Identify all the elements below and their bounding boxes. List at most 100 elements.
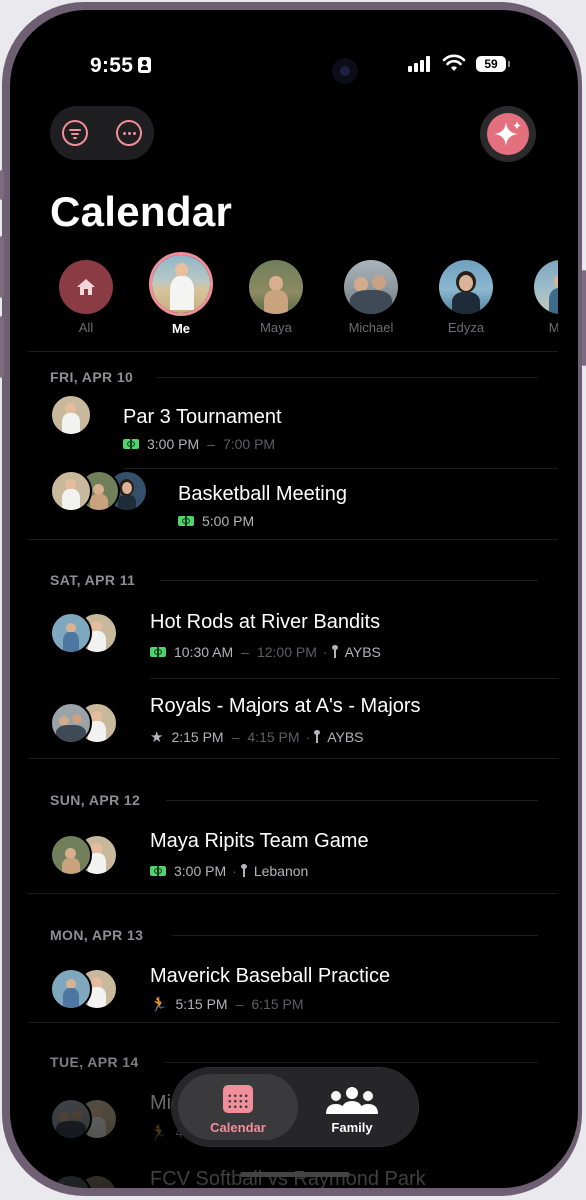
separator-dot: · bbox=[305, 729, 311, 745]
person-name: All bbox=[78, 320, 94, 335]
event-end-time: 4:15 PM bbox=[247, 729, 300, 745]
runner-icon: 🏃 bbox=[150, 996, 168, 1012]
event-title: Maverick Baseball Practice bbox=[150, 965, 391, 987]
person-michael[interactable]: Michael bbox=[331, 260, 411, 335]
time-dash: – bbox=[235, 996, 244, 1012]
event-start-time: 5:00 PM bbox=[202, 513, 255, 529]
day-section-fri-apr-10: FRI, APR 10 Par 3 Tournament 3:00 PM –7:0… bbox=[28, 352, 558, 540]
avatar bbox=[50, 394, 92, 436]
avatar bbox=[439, 260, 493, 314]
family-icon bbox=[326, 1087, 378, 1114]
separator-dot: · bbox=[322, 644, 328, 660]
event-row[interactable]: Basketball Meeting 5:00 PM bbox=[28, 470, 558, 540]
status-time: 9:55 bbox=[90, 54, 152, 78]
event-meta: 10:30 AM –12:00 PM · AYBS bbox=[150, 644, 381, 660]
event-location: Lebanon bbox=[253, 863, 309, 879]
tab-family[interactable]: Family bbox=[292, 1074, 412, 1140]
home-icon bbox=[77, 279, 95, 295]
person-all[interactable]: All bbox=[46, 260, 126, 335]
runner-icon: 🏃 bbox=[150, 1124, 168, 1140]
event-title: Maya Ripits Team Game bbox=[150, 830, 369, 852]
more-icon[interactable] bbox=[116, 120, 142, 146]
event-title: Basketball Meeting bbox=[178, 483, 347, 505]
avatar bbox=[50, 834, 92, 876]
avatar bbox=[534, 260, 558, 314]
event-title: FCV Softball vs Raymond Park bbox=[150, 1168, 426, 1188]
event-meta: 3:00 PM · Lebanon bbox=[150, 863, 308, 879]
id-card-icon bbox=[138, 57, 152, 73]
avatar bbox=[344, 260, 398, 314]
battery-indicator: 59 bbox=[476, 56, 510, 72]
person-me[interactable]: Me bbox=[141, 252, 221, 336]
camera-island bbox=[332, 58, 358, 84]
pin-icon bbox=[331, 645, 338, 658]
time-dash: – bbox=[231, 729, 240, 745]
person-name: Edyza bbox=[447, 320, 485, 335]
person-maya[interactable]: Maya bbox=[236, 260, 316, 335]
home-indicator[interactable] bbox=[240, 1172, 350, 1177]
field-icon bbox=[178, 516, 194, 526]
person-mav[interactable]: Mav bbox=[521, 260, 558, 335]
event-end-time: 6:15 PM bbox=[251, 996, 304, 1012]
divider bbox=[166, 800, 538, 801]
action-button bbox=[0, 170, 4, 200]
day-section-sun-apr-12: SUN, APR 12 Maya Ripits Team Game 3:00 P… bbox=[28, 758, 558, 894]
event-meta: 5:00 PM bbox=[178, 513, 254, 529]
field-icon bbox=[150, 647, 166, 657]
event-start-time: 3:00 PM bbox=[147, 436, 200, 452]
section-date: MON, APR 13 bbox=[50, 927, 144, 943]
ai-assistant-button[interactable] bbox=[480, 106, 536, 162]
event-row[interactable]: Par 3 Tournament 3:00 PM –7:00 PM bbox=[28, 394, 558, 470]
divider bbox=[160, 580, 538, 581]
avatar bbox=[50, 612, 92, 654]
event-title: Royals - Majors at A's - Majors bbox=[150, 695, 421, 717]
tab-bar: Calendar Family bbox=[172, 1068, 418, 1146]
event-start-time: 3:00 PM bbox=[174, 863, 227, 879]
event-start-time: 5:15 PM bbox=[175, 996, 228, 1012]
event-row[interactable]: Maya Ripits Team Game 3:00 PM · Lebanon bbox=[28, 814, 558, 892]
separator-dot: · bbox=[232, 863, 237, 879]
person-name: Mav bbox=[548, 320, 558, 335]
event-row[interactable]: Maverick Baseball Practice 🏃 5:15 PM –6:15… bbox=[28, 950, 558, 1022]
event-start-time: 10:30 AM bbox=[174, 644, 234, 660]
star-icon: ★ bbox=[150, 729, 164, 746]
person-name: Me bbox=[171, 321, 191, 336]
device-screen: 9:55 59 Calendar All Me Maya Michael Edy… bbox=[10, 10, 578, 1188]
day-section-sat-apr-11: SAT, APR 11 Hot Rods at River Bandits 10… bbox=[28, 540, 558, 760]
people-filter-row: All Me Maya Michael Edyza M bbox=[10, 252, 558, 348]
avatar bbox=[50, 1098, 92, 1140]
event-meta: 3:00 PM –7:00 PM bbox=[123, 436, 275, 452]
section-date: SAT, APR 11 bbox=[50, 572, 136, 588]
event-meta: ★ 2:15 PM –4:15 PM · AYBS bbox=[150, 728, 364, 746]
divider bbox=[172, 935, 538, 936]
page-title: Calendar bbox=[50, 188, 233, 235]
volume-down-button bbox=[0, 316, 4, 378]
avatar bbox=[50, 702, 92, 744]
field-icon bbox=[123, 439, 139, 449]
day-section-mon-apr-13: MON, APR 13 Maverick Baseball Practice 🏃… bbox=[28, 894, 558, 1023]
tab-label: Calendar bbox=[210, 1120, 266, 1135]
signal-icon bbox=[408, 56, 434, 72]
tab-label: Family bbox=[331, 1120, 373, 1135]
pin-icon bbox=[240, 864, 247, 877]
event-title: Par 3 Tournament bbox=[123, 406, 282, 428]
event-end-time: 7:00 PM bbox=[222, 436, 276, 452]
divider bbox=[123, 468, 558, 469]
calendar-icon bbox=[223, 1085, 253, 1113]
avatar bbox=[50, 470, 92, 512]
person-name: Michael bbox=[348, 320, 394, 335]
filter-icon[interactable] bbox=[62, 120, 88, 146]
pin-icon bbox=[314, 730, 321, 743]
time-dash: – bbox=[241, 644, 249, 660]
person-edyza[interactable]: Edyza bbox=[426, 260, 506, 335]
sparkle-icon bbox=[494, 121, 521, 146]
avatar bbox=[59, 260, 113, 314]
tab-calendar[interactable]: Calendar bbox=[178, 1074, 298, 1140]
divider bbox=[156, 377, 538, 378]
event-row[interactable]: Hot Rods at River Bandits 10:30 AM –12:00… bbox=[28, 592, 558, 679]
volume-up-button bbox=[0, 236, 4, 298]
field-icon bbox=[150, 866, 166, 876]
person-name: Maya bbox=[260, 320, 292, 335]
avatar bbox=[249, 260, 303, 314]
event-row[interactable]: Royals - Majors at A's - Majors ★ 2:15 PM… bbox=[28, 678, 558, 758]
